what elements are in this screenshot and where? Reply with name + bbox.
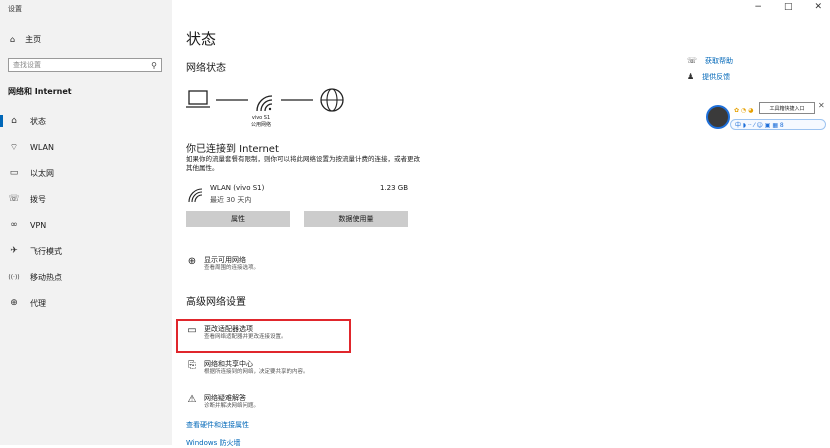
globe-icon: [320, 88, 344, 112]
show-networks-item[interactable]: ⊕ 显示可用网络 查看周围的连接选项。: [186, 256, 259, 272]
sidebar-item-airplane[interactable]: ✈ 飞行模式: [0, 242, 172, 260]
computer-icon: [186, 90, 210, 108]
feedback-icon: ♟: [687, 72, 695, 81]
firewall-link[interactable]: Windows 防火墙: [186, 438, 240, 448]
minimize-button[interactable]: −: [754, 2, 762, 12]
sharing-center-item[interactable]: ⎘ 网络和共享中心 根据所连接到的网络，决定要共享的内容。: [186, 360, 309, 376]
get-help-label: 获取帮助: [705, 57, 734, 65]
feedback-link[interactable]: ♟ 提供反馈: [687, 72, 730, 82]
sidebar-item-home[interactable]: ⌂ 主页: [10, 34, 41, 45]
main-content: − □ ✕ 状态 网络状态 vivo S1 公用网络 你已连接到 Interne…: [172, 0, 830, 448]
sidebar-item-label: 代理: [30, 298, 46, 308]
network-diagram: [186, 88, 344, 112]
sidebar-item-proxy[interactable]: ⊕ 代理: [0, 294, 172, 312]
wifi-icon: [188, 188, 203, 203]
troubleshoot-title: 网络疑难解答: [204, 394, 246, 402]
sidebar-item-label: VPN: [30, 220, 47, 230]
status-icon: ⌂: [11, 116, 17, 126]
search-input[interactable]: 查找设置 ⚲: [8, 58, 162, 72]
hotspot-icon: ((·)): [8, 273, 20, 281]
network-status-heading: 网络状态: [186, 63, 226, 74]
home-icon: ⌂: [10, 35, 16, 44]
wlan-usage-size: 1.23 GB: [379, 184, 408, 192]
network-profile: 公用网络: [251, 122, 272, 128]
highlight-box: [176, 319, 351, 353]
close-icon[interactable]: ✕: [818, 101, 825, 110]
home-label: 主页: [25, 35, 42, 44]
avatar[interactable]: [706, 105, 730, 129]
airplane-icon: ✈: [10, 246, 18, 256]
wifi-signal-icon: [256, 95, 273, 112]
wlan-usage-row: WLAN (vivo S1) 最近 30 天内 1.23 GB: [186, 184, 408, 206]
toolbox-bar[interactable]: 中 ◗ ·· ⁄ ☺ ▣ ▦ 8: [730, 119, 826, 130]
connection-description: 如果你的流量套餐有限制，则你可以将此网络设置为按流量计费的连接，或者更改其他属性…: [186, 155, 420, 172]
sharing-sub: 根据所连接到的网络，决定要共享的内容。: [204, 369, 309, 375]
feedback-label: 提供反馈: [702, 73, 731, 81]
sidebar-item-vpn[interactable]: ∞ VPN: [0, 216, 172, 234]
proxy-icon: ⊕: [10, 298, 18, 308]
dialup-icon: ☏: [8, 194, 20, 204]
sidebar: 设置 ⌂ 主页 查找设置 ⚲ 网络和 Internet ⌂ 状态 ⌔ WLAN …: [0, 0, 172, 445]
close-button[interactable]: ✕: [814, 2, 822, 12]
warning-icon: ⚠: [187, 394, 197, 405]
get-help-link[interactable]: ☏ 获取帮助: [687, 56, 733, 66]
sidebar-item-label: 状态: [30, 116, 46, 126]
sharing-icon: ⎘: [188, 360, 196, 371]
vpn-icon: ∞: [10, 220, 18, 230]
ethernet-icon: ▭: [9, 168, 19, 178]
network-name-label: vivo S1 公用网络: [251, 115, 271, 129]
app-title: 设置: [8, 5, 22, 13]
connection-status: 你已连接到 Internet: [186, 144, 279, 155]
help-chat-icon: ☏: [687, 56, 698, 65]
window-controls: − □ ✕: [754, 2, 822, 12]
floating-toolbox-widget[interactable]: ✿ ◔ ◕ 工具箱快捷入口 ✕ 中 ◗ ·· ⁄ ☺ ▣ ▦ 8: [704, 100, 826, 130]
maximize-button[interactable]: □: [784, 2, 793, 12]
sidebar-item-status[interactable]: ⌂ 状态: [0, 112, 172, 130]
sidebar-item-ethernet[interactable]: ▭ 以太网: [0, 164, 172, 182]
advanced-heading: 高级网络设置: [186, 297, 246, 308]
toolbox-tooltip: 工具箱快捷入口: [759, 102, 815, 114]
properties-button[interactable]: 属性: [186, 211, 290, 227]
sidebar-item-dialup[interactable]: ☏ 拨号: [0, 190, 172, 208]
troubleshoot-sub: 诊断并解决网络问题。: [204, 403, 260, 409]
sidebar-item-wlan[interactable]: ⌔ WLAN: [0, 138, 172, 156]
search-icon: ⚲: [151, 60, 157, 70]
sidebar-item-label: 飞行模式: [30, 246, 62, 256]
sidebar-item-label: 以太网: [30, 168, 54, 178]
page-title: 状态: [186, 30, 217, 48]
network-name: vivo S1: [251, 115, 271, 121]
show-networks-sub: 查看周围的连接选项。: [204, 265, 260, 271]
data-usage-button[interactable]: 数据使用量: [304, 211, 408, 227]
show-networks-title: 显示可用网络: [204, 256, 246, 264]
sharing-title: 网络和共享中心: [204, 360, 253, 368]
troubleshoot-item[interactable]: ⚠ 网络疑难解答 诊断并解决网络问题。: [186, 394, 260, 410]
hardware-properties-link[interactable]: 查看硬件和连接属性: [186, 420, 249, 430]
wlan-name: WLAN (vivo S1): [210, 184, 265, 192]
sidebar-item-hotspot[interactable]: ((·)) 移动热点: [0, 268, 172, 286]
sidebar-item-label: 拨号: [30, 194, 46, 204]
wifi-icon: ⌔: [9, 142, 19, 153]
sidebar-item-label: WLAN: [30, 142, 55, 152]
network-globe-icon: ⊕: [187, 256, 197, 267]
status-dots-icon: ✿ ◔ ◕: [734, 107, 754, 114]
wlan-period: 最近 30 天内: [210, 196, 252, 204]
sidebar-section-title: 网络和 Internet: [8, 87, 72, 96]
search-placeholder: 查找设置: [13, 61, 41, 69]
sidebar-item-label: 移动热点: [30, 272, 62, 282]
